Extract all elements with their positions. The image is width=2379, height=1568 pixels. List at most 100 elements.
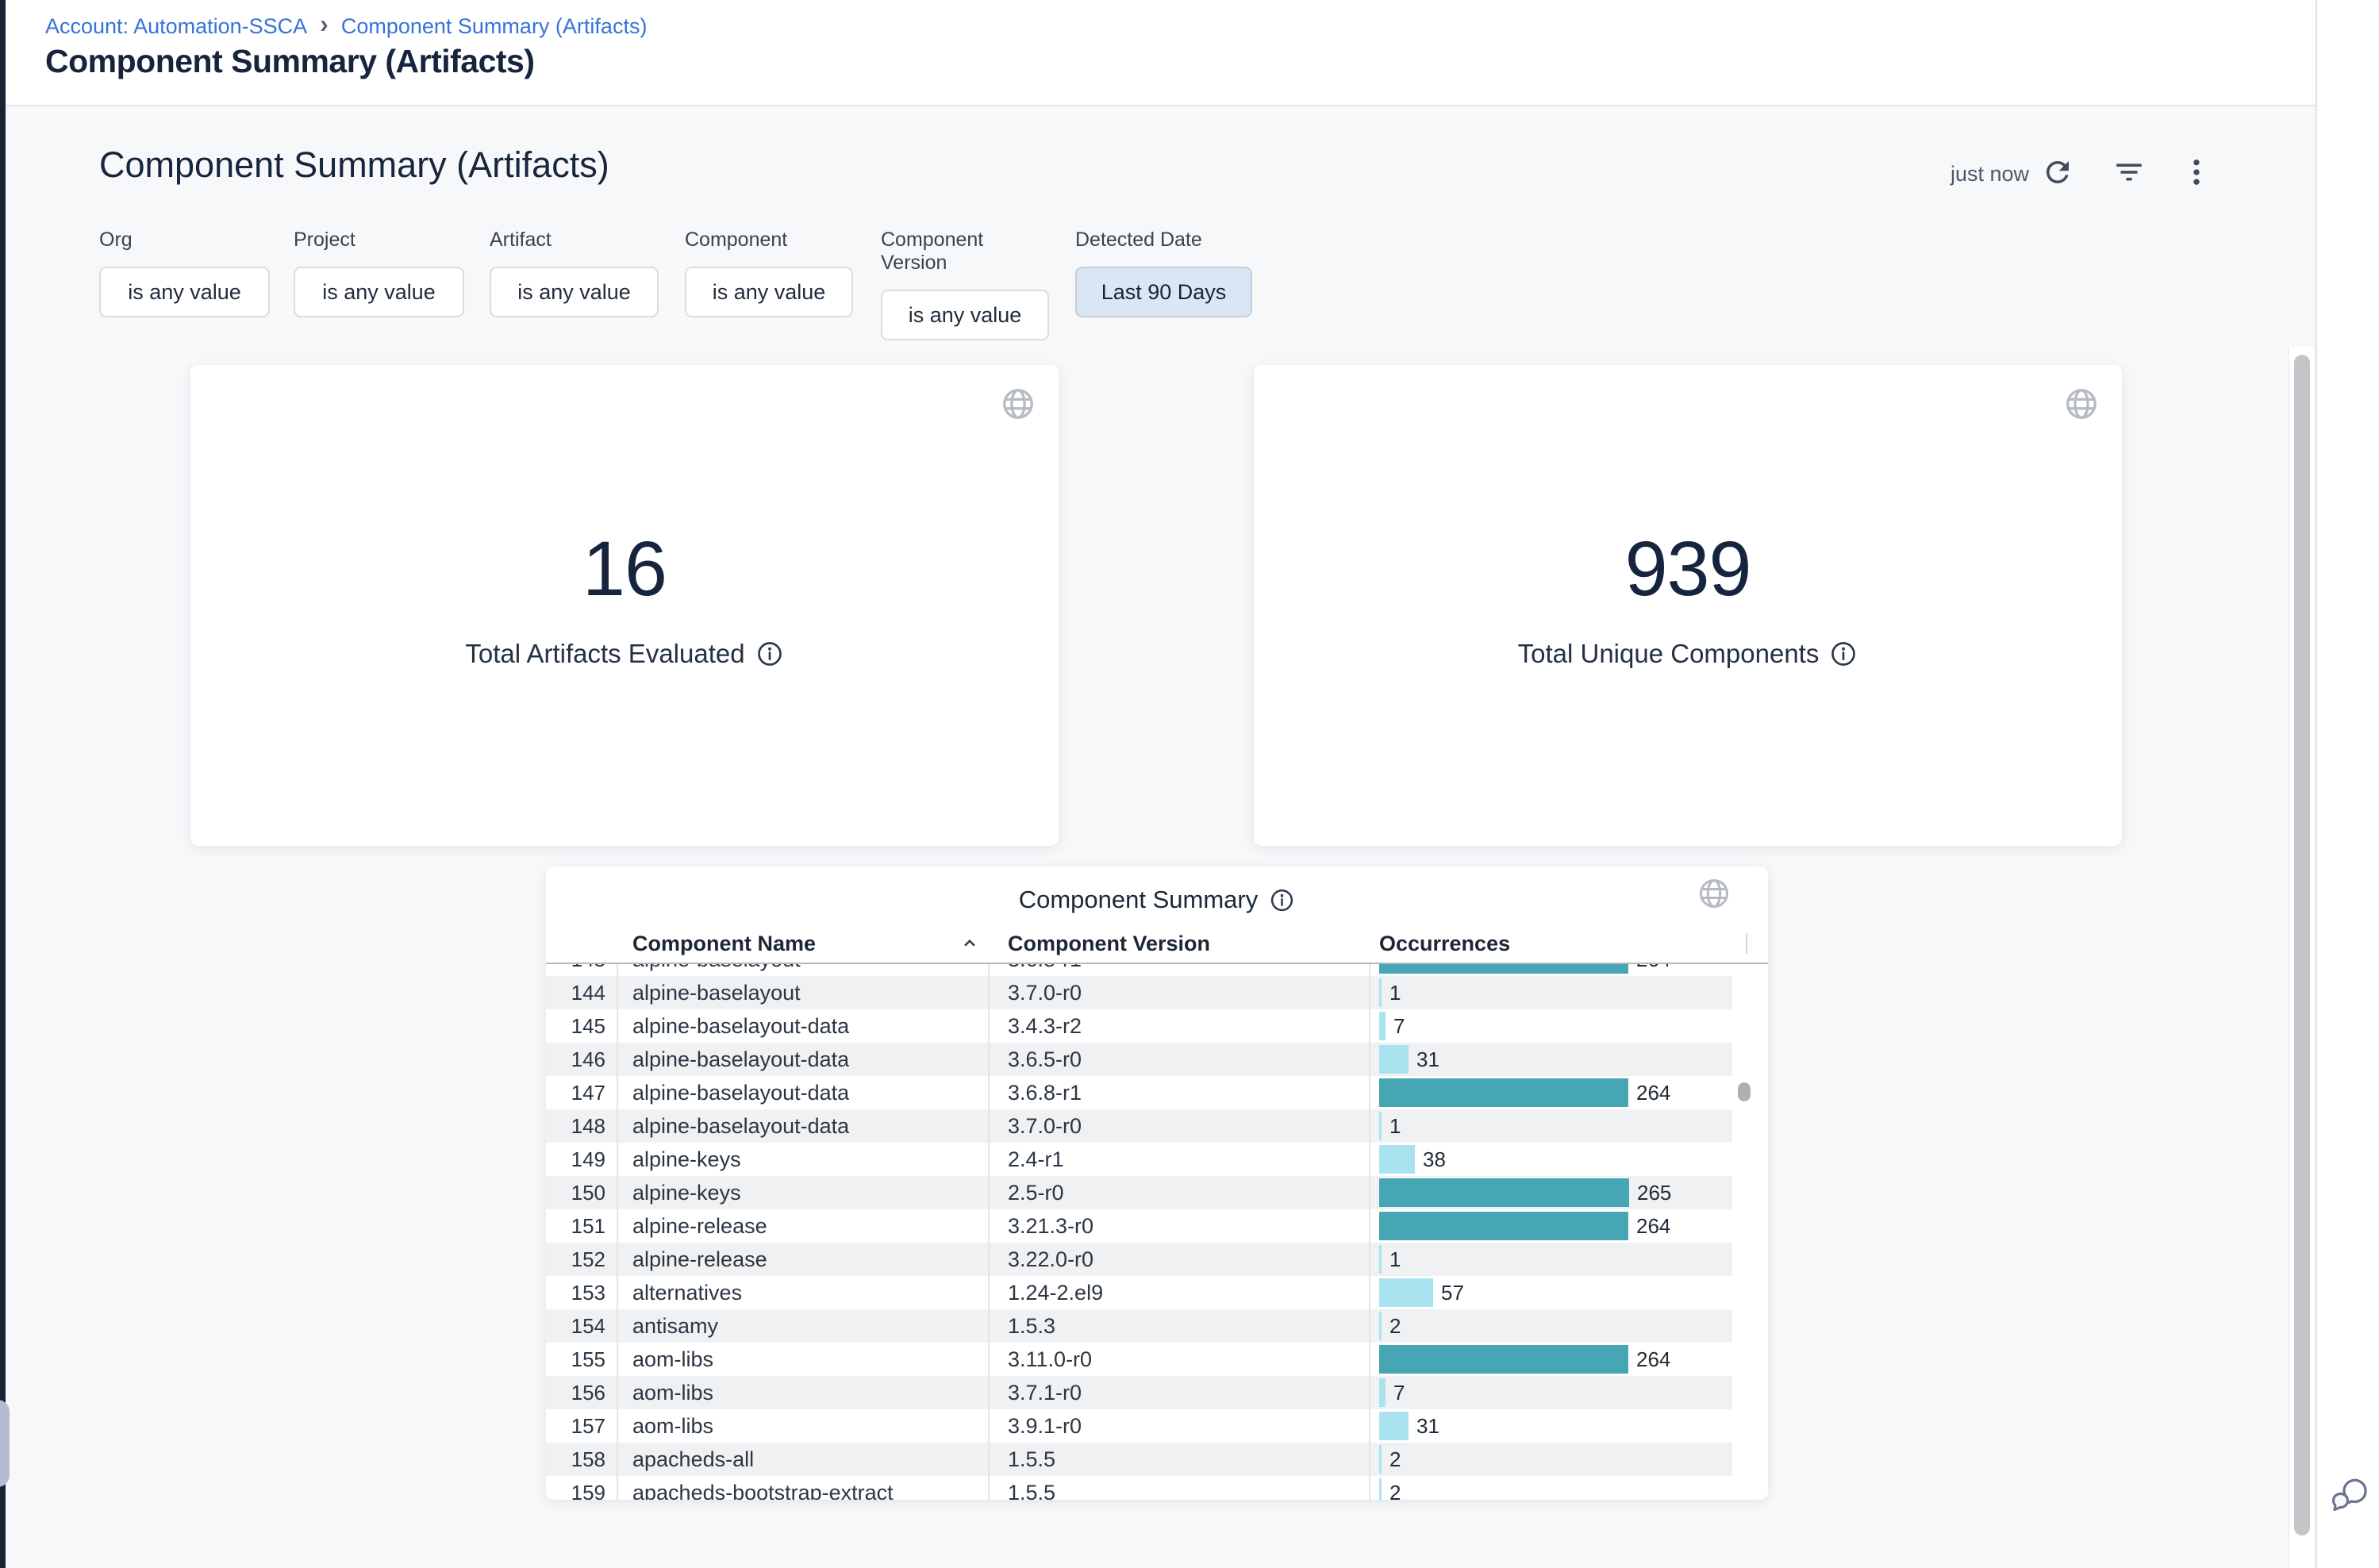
occurrences-bar[interactable] [1379, 1178, 1629, 1207]
more-vert-icon[interactable] [2180, 156, 2213, 189]
breadcrumb-account-link[interactable]: Account: Automation-SSCA [45, 14, 307, 39]
component-version-cell[interactable]: 3.6.5-r0 [988, 1047, 1369, 1072]
refresh-icon[interactable] [2041, 156, 2074, 189]
component-name-cell[interactable]: alpine-baselayout-data [617, 1014, 988, 1039]
occurrences-cell[interactable]: 31 [1369, 1043, 1732, 1076]
component-name-cell[interactable]: alpine-release [617, 1214, 988, 1239]
occurrences-cell[interactable]: 2 [1369, 1309, 1732, 1343]
occurrences-bar[interactable] [1379, 1412, 1409, 1440]
occurrences-bar[interactable] [1379, 1312, 1382, 1340]
occurrences-cell[interactable]: 57 [1369, 1276, 1732, 1309]
occurrences-cell[interactable]: 264 [1369, 1076, 1732, 1109]
component-version-cell[interactable]: 1.24-2.el9 [988, 1281, 1369, 1305]
component-version-cell[interactable]: 3.6.8-r1 [988, 964, 1369, 972]
info-icon[interactable] [755, 640, 784, 668]
filter-value-button[interactable]: is any value [490, 267, 659, 317]
stat-card: 939Total Unique Components [1254, 365, 2122, 846]
filter-value-button[interactable]: is any value [99, 267, 270, 317]
component-version-cell[interactable]: 3.7.0-r0 [988, 981, 1369, 1005]
column-header-component-version[interactable]: Component Version [988, 932, 1369, 956]
nav-expand-handle[interactable] [0, 1400, 10, 1487]
component-version-cell[interactable]: 1.5.5 [988, 1481, 1369, 1501]
occurrences-cell[interactable]: 2 [1369, 1443, 1732, 1476]
component-name-cell[interactable]: alpine-baselayout-data [617, 1114, 988, 1139]
component-name-cell[interactable]: aom-libs [617, 1347, 988, 1372]
occurrences-cell[interactable]: 2 [1369, 1476, 1732, 1500]
stat-label: Total Artifacts Evaluated [465, 639, 744, 669]
occurrences-cell[interactable]: 1 [1369, 1243, 1732, 1276]
occurrences-cell[interactable]: 31 [1369, 1409, 1732, 1443]
component-name-cell[interactable]: alpine-baselayout-data [617, 1047, 988, 1072]
table-body: 143alpine-baselayout3.6.8-r1264144alpine… [546, 964, 1732, 1500]
column-header-occurrences[interactable]: Occurrences [1369, 932, 1768, 956]
component-name-cell[interactable]: alpine-baselayout-data [617, 1081, 988, 1105]
occurrences-cell[interactable]: 264 [1369, 1343, 1732, 1376]
breadcrumb-current-link[interactable]: Component Summary (Artifacts) [341, 14, 648, 39]
component-name-cell[interactable]: antisamy [617, 1314, 988, 1339]
filter-value-button[interactable]: is any value [881, 290, 1049, 340]
occurrences-bar[interactable] [1379, 1012, 1386, 1040]
component-name-cell[interactable]: apacheds-all [617, 1447, 988, 1472]
component-name-cell[interactable]: apacheds-bootstrap-extract [617, 1481, 988, 1501]
filter-value-button[interactable]: Last 90 Days [1075, 267, 1252, 317]
filter-label: Detected Date [1075, 229, 1252, 252]
component-name-cell[interactable]: alpine-release [617, 1247, 988, 1272]
component-name-cell[interactable]: alpine-baselayout [617, 981, 988, 1005]
component-version-cell[interactable]: 3.4.3-r2 [988, 1014, 1369, 1039]
occurrences-cell[interactable]: 1 [1369, 1109, 1732, 1143]
table-scrollbar-thumb[interactable] [1738, 1082, 1751, 1101]
component-name-cell[interactable]: alpine-keys [617, 1181, 988, 1205]
component-name-cell[interactable]: alternatives [617, 1281, 988, 1305]
occurrences-cell[interactable]: 264 [1369, 964, 1732, 976]
occurrences-cell[interactable]: 38 [1369, 1143, 1732, 1176]
filter-value-button[interactable]: is any value [294, 267, 464, 317]
component-version-cell[interactable]: 1.5.3 [988, 1314, 1369, 1339]
occurrences-cell[interactable]: 7 [1369, 1009, 1732, 1043]
occurrences-bar[interactable] [1379, 1445, 1382, 1474]
filter-value-button[interactable]: is any value [685, 267, 853, 317]
component-version-cell[interactable]: 1.5.5 [988, 1447, 1369, 1472]
occurrences-cell[interactable]: 7 [1369, 1376, 1732, 1409]
component-version-cell[interactable]: 3.7.1-r0 [988, 1381, 1369, 1405]
header-divider-line [546, 963, 1768, 964]
table-row: 145alpine-baselayout-data3.4.3-r27 [546, 1009, 1732, 1043]
occurrences-bar[interactable] [1379, 1478, 1382, 1500]
component-version-cell[interactable]: 3.9.1-r0 [988, 1414, 1369, 1439]
component-name-cell[interactable]: alpine-keys [617, 1147, 988, 1172]
info-icon[interactable] [1829, 640, 1858, 668]
component-version-cell[interactable]: 3.21.3-r0 [988, 1214, 1369, 1239]
component-name-cell[interactable]: alpine-baselayout [617, 964, 988, 972]
dashboard-scrollbar-thumb[interactable] [2294, 355, 2310, 1535]
occurrences-cell[interactable]: 1 [1369, 976, 1732, 1009]
sort-asc-icon[interactable] [959, 933, 980, 954]
occurrences-bar[interactable] [1379, 1212, 1628, 1240]
occurrences-cell[interactable]: 264 [1369, 1209, 1732, 1243]
occurrences-cell[interactable]: 265 [1369, 1176, 1732, 1209]
table-row: 144alpine-baselayout3.7.0-r01 [546, 976, 1732, 1009]
occurrences-bar[interactable] [1379, 964, 1628, 974]
component-version-cell[interactable]: 3.7.0-r0 [988, 1114, 1369, 1139]
occurrences-bar[interactable] [1379, 978, 1382, 1007]
occurrences-bar[interactable] [1379, 1345, 1628, 1374]
filter-icon[interactable] [2112, 156, 2146, 189]
component-version-cell[interactable]: 2.5-r0 [988, 1181, 1369, 1205]
occurrences-bar[interactable] [1379, 1112, 1382, 1140]
component-version-cell[interactable]: 3.22.0-r0 [988, 1247, 1369, 1272]
component-name-cell[interactable]: aom-libs [617, 1414, 988, 1439]
chat-support-icon[interactable] [2330, 1474, 2369, 1517]
row-number: 144 [546, 981, 617, 1005]
dashboard-scrollbar-track[interactable] [2289, 347, 2314, 1568]
occurrences-bar[interactable] [1379, 1045, 1409, 1074]
occurrences-bar[interactable] [1379, 1245, 1382, 1274]
occurrences-bar[interactable] [1379, 1078, 1628, 1107]
info-icon[interactable] [1269, 887, 1295, 913]
occurrences-bar[interactable] [1379, 1278, 1433, 1307]
column-header-component-name[interactable]: Component Name [617, 932, 988, 956]
component-version-cell[interactable]: 3.6.8-r1 [988, 1081, 1369, 1105]
component-name-cell[interactable]: aom-libs [617, 1381, 988, 1405]
component-version-cell[interactable]: 3.11.0-r0 [988, 1347, 1369, 1372]
occurrences-bar[interactable] [1379, 1145, 1415, 1174]
row-number: 155 [546, 1347, 617, 1372]
occurrences-bar[interactable] [1379, 1378, 1386, 1407]
component-version-cell[interactable]: 2.4-r1 [988, 1147, 1369, 1172]
